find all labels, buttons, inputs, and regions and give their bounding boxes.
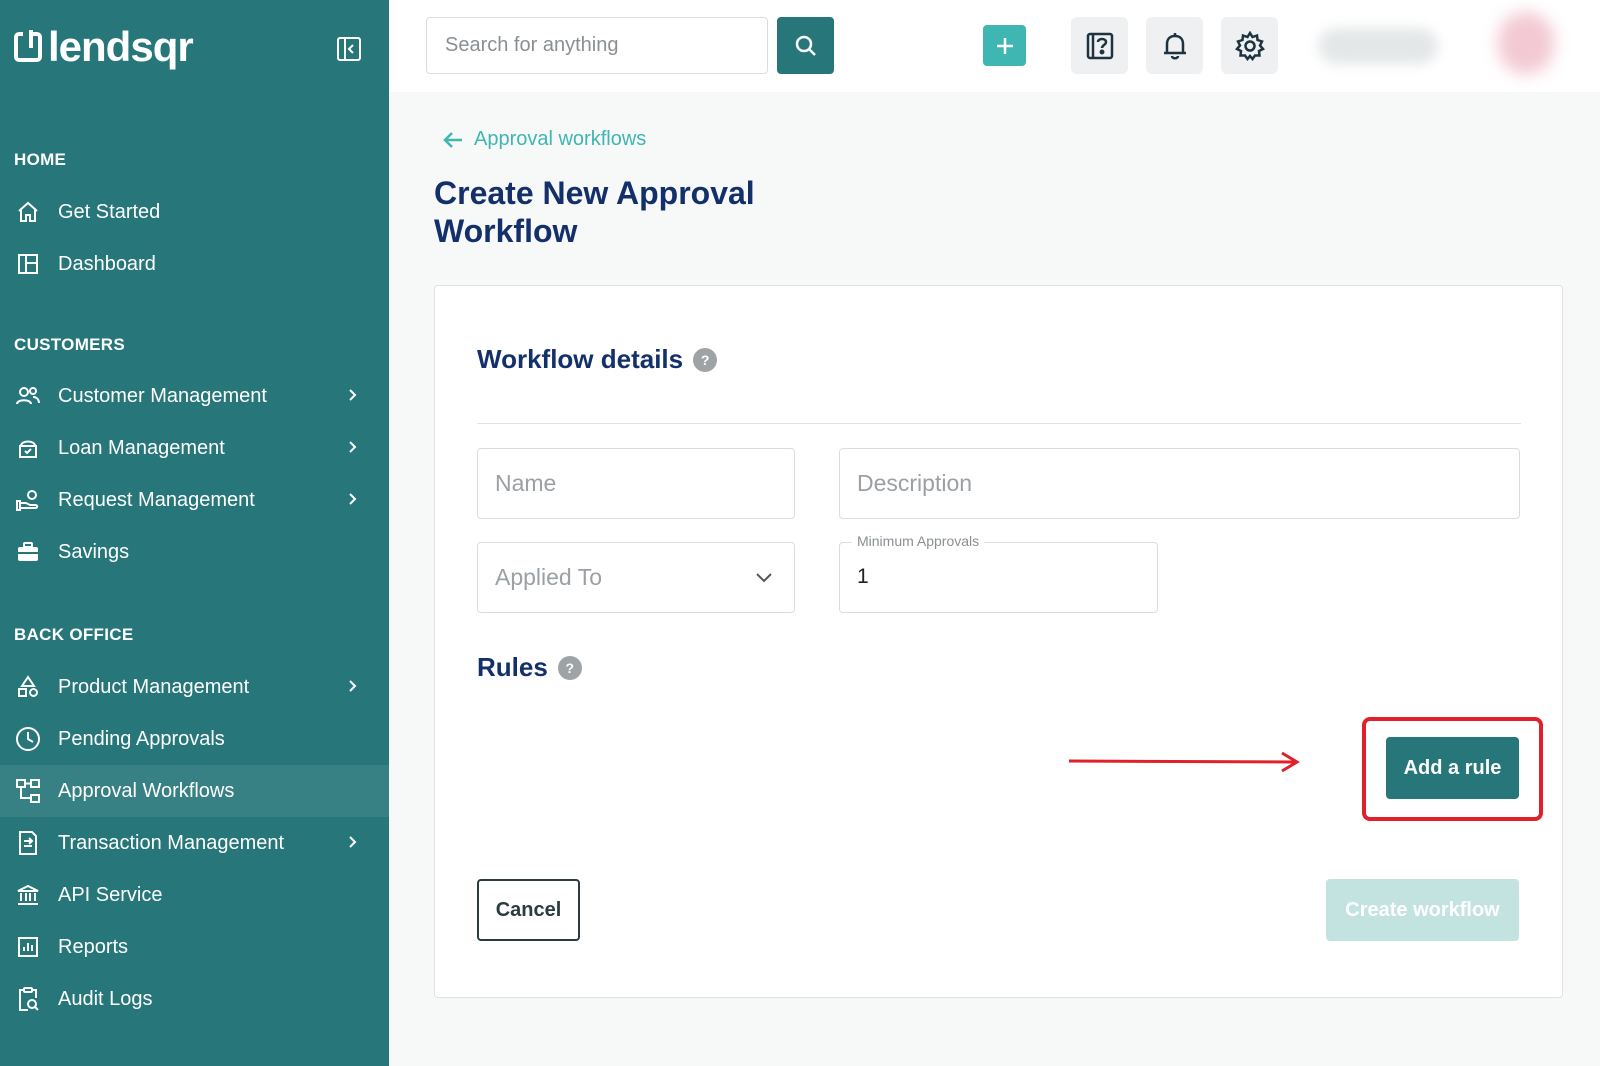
sidebar-item-savings[interactable]: Savings — [0, 526, 389, 578]
applied-to-select[interactable]: Applied To — [477, 542, 795, 613]
chevron-down-icon — [756, 573, 772, 583]
sidebar-item-label: API Service — [58, 883, 163, 906]
transaction-icon — [14, 829, 42, 857]
dashboard-icon — [14, 250, 42, 278]
sidebar-item-label: Get Started — [58, 200, 161, 223]
search-button[interactable] — [777, 17, 834, 74]
rules-heading: Rules ? — [477, 652, 582, 683]
gear-icon — [1234, 30, 1265, 61]
chevron-right-icon — [349, 680, 357, 692]
sidebar-item-product-management[interactable]: Product Management — [0, 661, 389, 713]
briefcase-icon — [14, 538, 42, 566]
sidebar-item-dashboard[interactable]: Dashboard — [0, 238, 389, 290]
home-icon — [14, 198, 42, 226]
create-workflow-button[interactable]: Create workflow — [1326, 879, 1519, 941]
section-title-customers: CUSTOMERS — [14, 335, 126, 354]
brand-logo[interactable]: lendsqr — [14, 23, 194, 70]
workflow-form-card: Workflow details ? Applied To Minimum Ap… — [434, 285, 1563, 998]
add-rule-button[interactable]: Add a rule — [1386, 737, 1519, 799]
section-title-back-office: BACK OFFICE — [14, 625, 134, 644]
minimum-approvals-field[interactable]: Minimum Approvals 1 — [839, 533, 1158, 613]
clipboard-search-icon — [14, 985, 42, 1013]
chevron-right-icon — [349, 836, 357, 848]
workflow-icon — [14, 777, 42, 805]
sidebar-item-label: Audit Logs — [58, 987, 153, 1010]
sidebar: lendsqr HOME Get Started Dashboard CUSTO… — [0, 0, 389, 1066]
sidebar-item-label: Dashboard — [58, 252, 156, 275]
cancel-button[interactable]: Cancel — [477, 879, 580, 941]
chevron-right-icon — [349, 441, 357, 453]
sidebar-item-request-management[interactable]: Request Management — [0, 474, 389, 526]
rules-title: Rules — [477, 652, 548, 682]
back-link[interactable]: Approval workflows — [442, 128, 646, 151]
sidebar-item-label: Approval Workflows — [58, 779, 235, 802]
user-name-blurred[interactable] — [1318, 28, 1438, 64]
bank-icon — [14, 881, 42, 909]
search-icon — [795, 35, 816, 56]
sidebar-item-customer-management[interactable]: Customer Management — [0, 370, 389, 422]
divider — [477, 423, 1521, 424]
sidebar-item-label: Pending Approvals — [58, 727, 225, 750]
help-circle-icon[interactable]: ? — [693, 347, 718, 372]
bell-icon — [1163, 32, 1186, 59]
sidebar-item-reports[interactable]: Reports — [0, 921, 389, 973]
settings-button[interactable] — [1221, 17, 1278, 74]
page-title: Create New Approval Workflow — [434, 175, 755, 249]
workflow-details-heading: Workflow details ? — [477, 344, 718, 375]
chevron-right-icon — [349, 493, 357, 505]
minimum-approvals-value: 1 — [857, 565, 869, 588]
avatar[interactable] — [1498, 12, 1554, 74]
sidebar-item-label: Transaction Management — [58, 831, 285, 854]
notifications-button[interactable] — [1146, 17, 1203, 74]
chart-icon — [14, 933, 42, 961]
search-input[interactable] — [426, 17, 768, 74]
clock-icon — [14, 725, 42, 753]
sidebar-item-get-started[interactable]: Get Started — [0, 186, 389, 238]
workflow-details-title: Workflow details — [477, 344, 684, 374]
minimum-approvals-label: Minimum Approvals — [852, 533, 985, 549]
shapes-icon — [14, 673, 42, 701]
quick-add-button[interactable] — [983, 25, 1026, 66]
logo-mark-icon — [14, 30, 42, 62]
sidebar-item-transaction-management[interactable]: Transaction Management — [0, 817, 389, 869]
sidebar-item-pending-approvals[interactable]: Pending Approvals — [0, 713, 389, 765]
collapse-sidebar-icon[interactable] — [336, 36, 362, 62]
help-button[interactable] — [1071, 17, 1128, 74]
sidebar-item-api-service[interactable]: API Service — [0, 869, 389, 921]
arrow-left-icon — [443, 131, 462, 148]
annotation-arrow — [1068, 751, 1300, 773]
users-icon — [14, 382, 42, 410]
sidebar-item-label: Request Management — [58, 488, 255, 511]
sidebar-item-label: Product Management — [58, 675, 250, 698]
applied-to-placeholder: Applied To — [495, 564, 602, 590]
sidebar-item-loan-management[interactable]: Loan Management — [0, 422, 389, 474]
hand-coin-icon — [14, 486, 42, 514]
help-circle-icon[interactable]: ? — [557, 655, 582, 680]
sidebar-item-label: Customer Management — [58, 384, 267, 407]
sidebar-item-label: Savings — [58, 540, 130, 563]
sidebar-item-approval-workflows[interactable]: Approval Workflows — [0, 765, 389, 817]
section-title-home: HOME — [14, 150, 67, 169]
name-field[interactable] — [477, 448, 795, 519]
chevron-right-icon — [349, 389, 357, 401]
plus-icon — [996, 37, 1013, 54]
sidebar-item-label: Loan Management — [58, 436, 225, 459]
brand-name: lendsqr — [48, 23, 194, 70]
loan-icon — [14, 434, 42, 462]
sidebar-item-label: Reports — [58, 935, 129, 958]
help-book-icon — [1086, 32, 1113, 59]
description-field[interactable] — [839, 448, 1520, 519]
sidebar-item-audit-logs[interactable]: Audit Logs — [0, 973, 389, 1025]
back-link-label: Approval workflows — [474, 128, 647, 150]
